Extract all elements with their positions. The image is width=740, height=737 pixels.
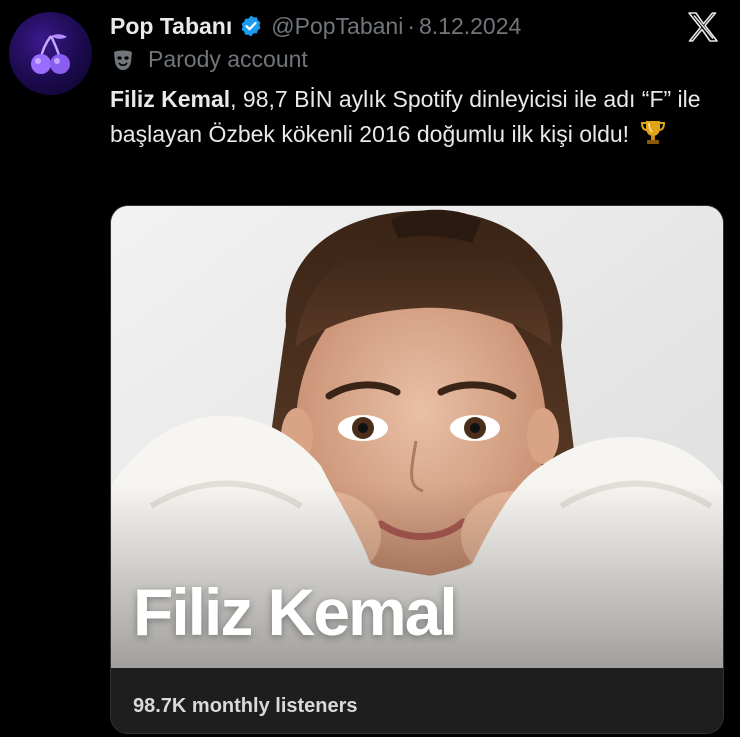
monthly-listeners: 98.7K monthly listeners <box>133 695 358 717</box>
post-date[interactable]: 8.12.2024 <box>419 13 521 40</box>
theater-masks-icon <box>114 50 132 70</box>
separator-dot: · <box>407 12 415 39</box>
x-logo-icon[interactable] <box>686 10 720 44</box>
artist-name: Filiz Kemal <box>133 575 458 649</box>
spotify-card[interactable]: Filiz Kemal 98.7K monthly listeners <box>110 205 724 734</box>
trophy-icon <box>641 121 666 144</box>
avatar[interactable] <box>9 12 92 95</box>
parody-account-text: Parody account <box>148 46 308 72</box>
listeners-bar: 98.7K monthly listeners <box>111 668 723 733</box>
parody-label: Parody account <box>110 46 308 73</box>
cherries-icon <box>30 33 70 74</box>
verified-badge-icon <box>241 15 261 37</box>
tweet-text-bold: Filiz Kemal <box>110 86 231 112</box>
tweet-header: Pop Tabanı @PopTabani · 8.12.2024 <box>110 8 720 44</box>
handle[interactable]: @PopTabani <box>271 13 403 40</box>
display-name[interactable]: Pop Tabanı <box>110 13 232 40</box>
tweet-text: Filiz Kemal, 98,7 BİN aylık Spotify dinl… <box>110 82 725 152</box>
